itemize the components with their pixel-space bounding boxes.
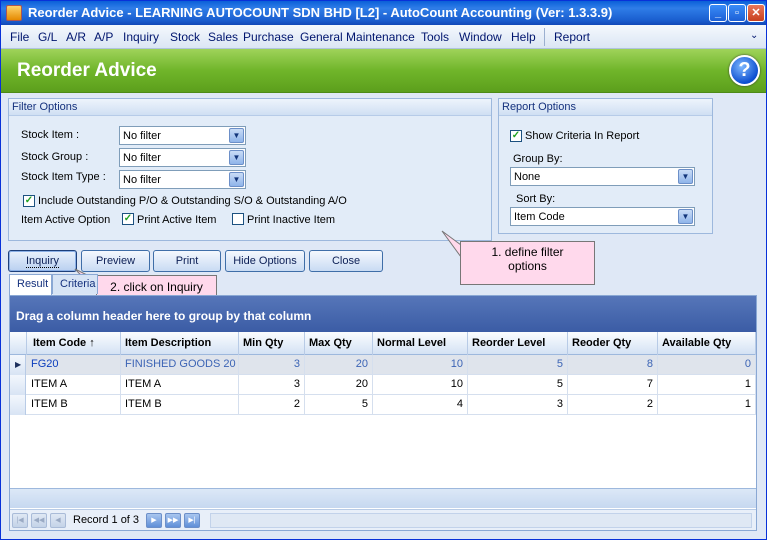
table-row[interactable]: ▶ FG20 FINISHED GOODS 20 3 20 10 5 8 0: [10, 355, 756, 375]
cell-available-qty[interactable]: 1: [658, 395, 756, 415]
callout-pointer-filter: [441, 230, 462, 259]
horizontal-scrollbar[interactable]: [210, 513, 752, 528]
cell-available-qty[interactable]: 1: [658, 375, 756, 395]
record-navigator: |◀ ◀◀ ◀ Record 1 of 3 ▶ ▶▶ ▶|: [10, 509, 756, 530]
callout-define-filter: 1. define filter options: [460, 241, 595, 285]
cell-item-code[interactable]: ITEM A: [27, 375, 121, 395]
column-header-item-code[interactable]: Item Code ↑: [27, 332, 121, 355]
result-grid: Drag a column header here to group by th…: [9, 295, 757, 531]
cell-item-description[interactable]: ITEM A: [121, 375, 239, 395]
column-header-reoder-qty[interactable]: Reoder Qty: [568, 332, 658, 355]
cell-max-qty[interactable]: 20: [305, 355, 373, 375]
last-record-icon[interactable]: ▶|: [184, 513, 200, 528]
cell-max-qty[interactable]: 20: [305, 375, 373, 395]
next-record-icon[interactable]: ▶: [146, 513, 162, 528]
first-record-icon[interactable]: |◀: [12, 513, 28, 528]
app-window: Reorder Advice - LEARNING AUTOCOUNT SDN …: [0, 0, 767, 540]
table-row[interactable]: ITEM B ITEM B 2 5 4 3 2 1: [10, 395, 756, 415]
sort-ascending-icon: ↑: [89, 337, 95, 349]
grid-header: Item Code ↑ Item Description Min Qty Max…: [10, 332, 756, 355]
record-counter: Record 1 of 3: [73, 514, 140, 526]
next-page-icon[interactable]: ▶▶: [165, 513, 181, 528]
tab-criteria[interactable]: Criteria: [52, 274, 98, 294]
previous-record-icon[interactable]: ◀: [50, 513, 66, 528]
cell-item-description[interactable]: FINISHED GOODS 20: [121, 355, 239, 375]
row-indicator-icon: ▶: [10, 355, 26, 375]
cell-reorder-level[interactable]: 5: [468, 375, 568, 395]
header-indicator: [10, 332, 27, 355]
column-header-min-qty[interactable]: Min Qty: [239, 332, 305, 355]
column-header-item-description[interactable]: Item Description: [121, 332, 239, 355]
cell-normal-level[interactable]: 10: [373, 355, 468, 375]
cell-reoder-qty[interactable]: 7: [568, 375, 658, 395]
column-header-reorder-level[interactable]: Reorder Level: [468, 332, 568, 355]
column-header-available-qty[interactable]: Available Qty: [658, 332, 756, 355]
cell-min-qty[interactable]: 2: [239, 395, 305, 415]
cell-reorder-level[interactable]: 3: [468, 395, 568, 415]
cell-min-qty[interactable]: 3: [239, 355, 305, 375]
cell-item-code[interactable]: FG20: [27, 355, 121, 375]
cell-min-qty[interactable]: 3: [239, 375, 305, 395]
row-indicator: [10, 395, 26, 415]
cell-max-qty[interactable]: 5: [305, 395, 373, 415]
cell-reorder-level[interactable]: 5: [468, 355, 568, 375]
cell-reoder-qty[interactable]: 2: [568, 395, 658, 415]
cell-available-qty[interactable]: 0: [658, 355, 756, 375]
cell-item-description[interactable]: ITEM B: [121, 395, 239, 415]
grid-footer: [10, 488, 756, 508]
table-row[interactable]: ITEM A ITEM A 3 20 10 5 7 1: [10, 375, 756, 395]
column-header-max-qty[interactable]: Max Qty: [305, 332, 373, 355]
cell-item-code[interactable]: ITEM B: [27, 395, 121, 415]
group-by-panel[interactable]: Drag a column header here to group by th…: [10, 296, 756, 332]
previous-page-icon[interactable]: ◀◀: [31, 513, 47, 528]
cell-normal-level[interactable]: 10: [373, 375, 468, 395]
cell-reoder-qty[interactable]: 8: [568, 355, 658, 375]
tab-result[interactable]: Result: [9, 274, 52, 295]
row-indicator: [10, 375, 26, 395]
column-header-normal-level[interactable]: Normal Level: [373, 332, 468, 355]
column-header-label: Item Code: [33, 337, 87, 349]
cell-normal-level[interactable]: 4: [373, 395, 468, 415]
